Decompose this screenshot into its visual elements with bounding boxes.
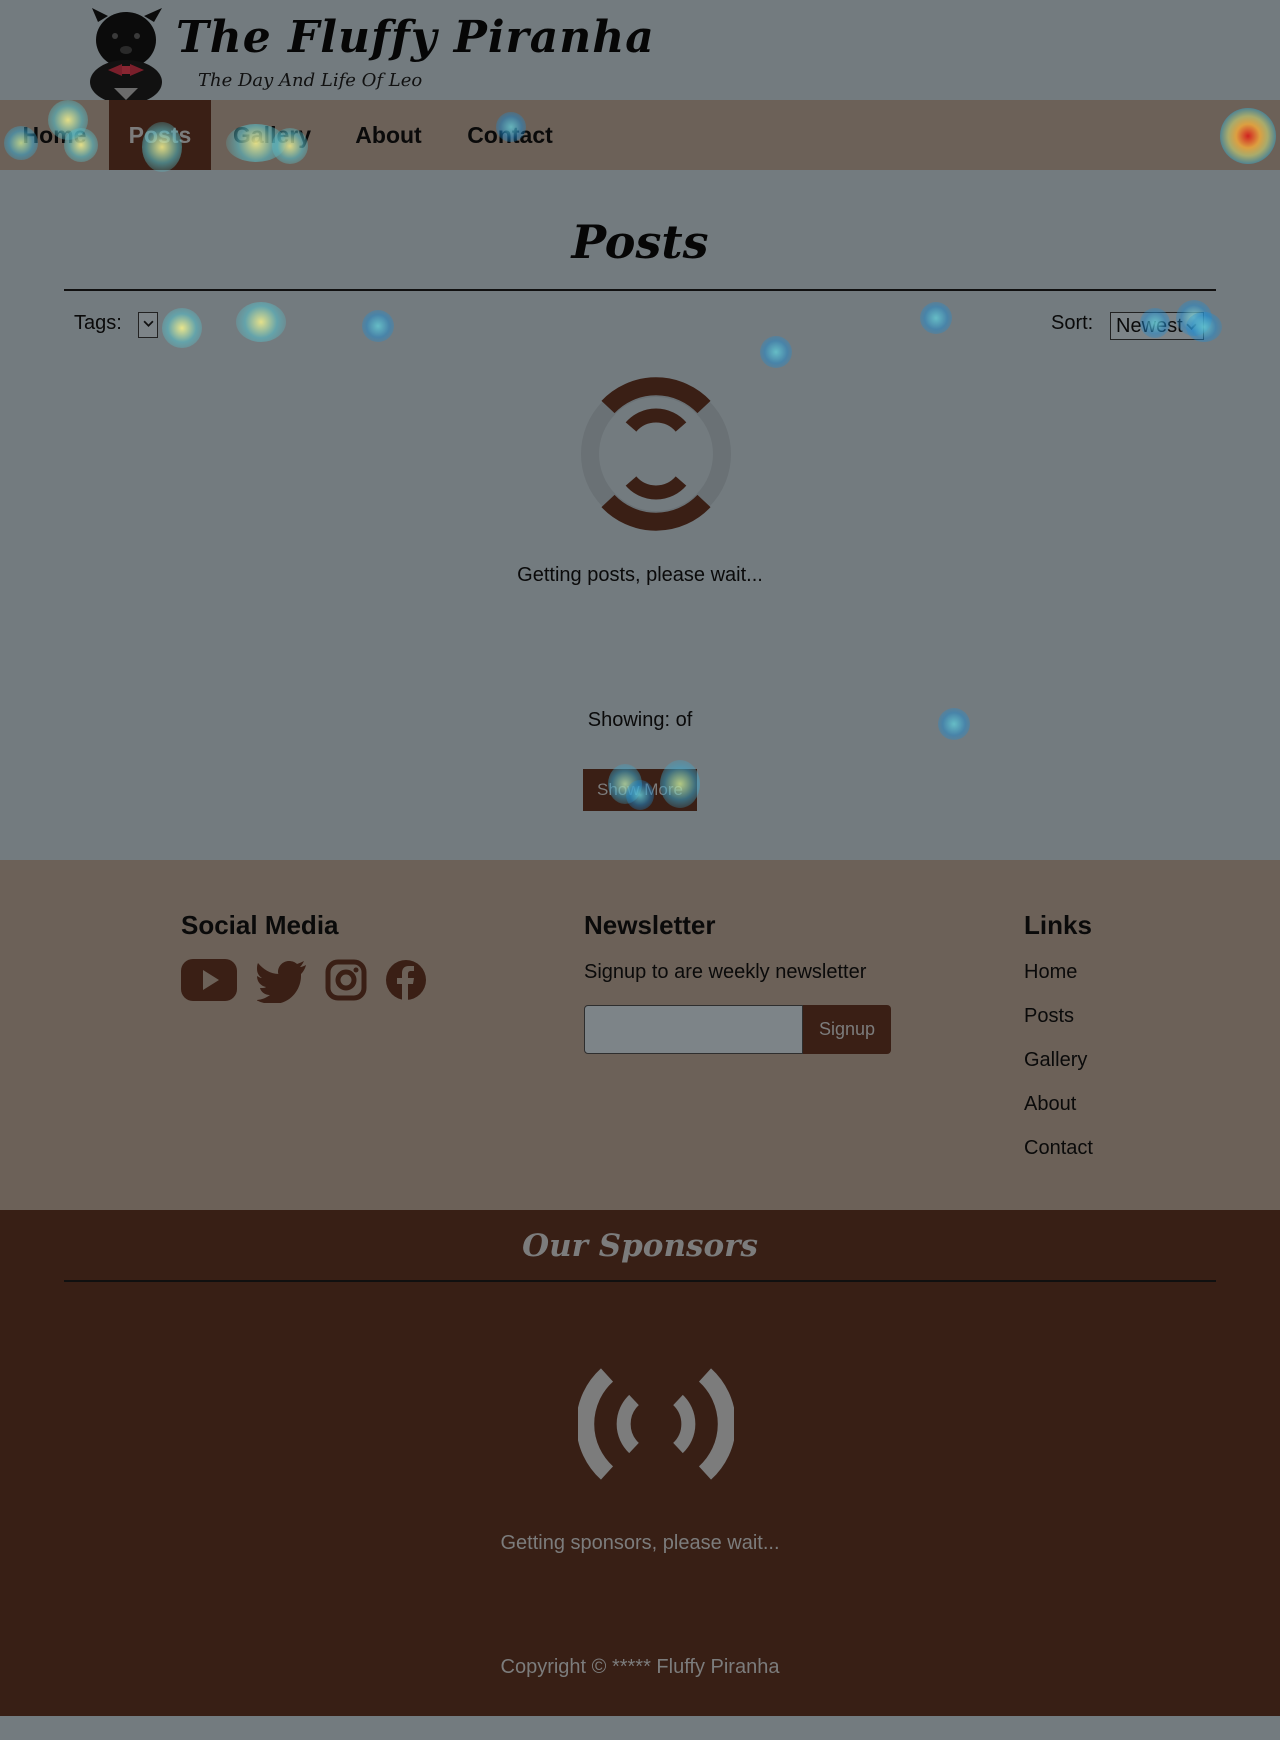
sponsors-loading-text: Getting sponsors, please wait... bbox=[500, 1532, 780, 1554]
sponsors-divider bbox=[64, 1280, 1216, 1282]
sponsors-title: Our Sponsors bbox=[522, 1228, 758, 1264]
social-media-heading: Social Media bbox=[181, 910, 339, 940]
footer-link-posts[interactable]: Posts bbox=[1024, 1005, 1074, 1028]
newsletter-heading: Newsletter bbox=[584, 910, 716, 940]
show-more-button[interactable]: Show More bbox=[583, 769, 697, 811]
sort-select-value: Newest bbox=[1116, 315, 1183, 337]
tags-label: Tags: bbox=[74, 312, 122, 334]
nav-item-posts[interactable]: Posts bbox=[109, 100, 211, 170]
tags-select[interactable] bbox=[138, 312, 158, 338]
heatmap-spot bbox=[760, 336, 792, 368]
posts-loading-spinner-icon bbox=[581, 377, 731, 531]
chevron-down-icon bbox=[1186, 323, 1197, 330]
site-header: The Fluffy Piranha The Day And Life Of L… bbox=[0, 0, 1280, 100]
posts-loading-text: Getting posts, please wait... bbox=[517, 564, 763, 586]
nav-item-contact[interactable]: Contact bbox=[444, 100, 576, 170]
newsletter-description: Signup to are weekly newsletter bbox=[584, 961, 867, 983]
main-nav: Home Posts Gallery About Contact bbox=[0, 100, 1280, 170]
sort-label: Sort: bbox=[1051, 312, 1094, 334]
footer-link-about[interactable]: About bbox=[1024, 1093, 1076, 1116]
nav-item-about[interactable]: About bbox=[333, 100, 444, 170]
links-heading: Links bbox=[1024, 910, 1092, 940]
site-title: The Fluffy Piranha bbox=[176, 12, 655, 63]
heatmap-spot bbox=[920, 302, 952, 334]
site-subtitle: The Day And Life Of Leo bbox=[198, 70, 423, 91]
dog-logo-icon[interactable] bbox=[84, 4, 168, 100]
heatmap-spot bbox=[162, 308, 202, 348]
footer-link-home[interactable]: Home bbox=[1024, 961, 1077, 984]
nav-item-gallery[interactable]: Gallery bbox=[211, 100, 333, 170]
newsletter-email-input[interactable] bbox=[584, 1005, 803, 1054]
facebook-icon[interactable] bbox=[385, 957, 427, 1003]
nav-item-home[interactable]: Home bbox=[0, 100, 109, 170]
page-title: Posts bbox=[571, 215, 709, 269]
signup-button[interactable]: Signup bbox=[803, 1005, 891, 1054]
sponsors-loading-spinner-icon bbox=[578, 1368, 734, 1480]
youtube-icon[interactable] bbox=[181, 957, 237, 1003]
chevron-down-icon bbox=[143, 320, 154, 327]
twitter-icon[interactable] bbox=[257, 957, 307, 1003]
heatmap-spot bbox=[362, 310, 394, 342]
footer-link-contact[interactable]: Contact bbox=[1024, 1137, 1093, 1160]
copyright-text: Copyright © ***** Fluffy Piranha bbox=[500, 1656, 780, 1678]
title-divider bbox=[64, 289, 1216, 291]
heatmap-spot bbox=[236, 302, 286, 342]
showing-count: Showing: of bbox=[587, 709, 693, 731]
instagram-icon[interactable] bbox=[325, 957, 367, 1003]
sort-select[interactable]: Newest bbox=[1110, 312, 1204, 340]
footer-link-gallery[interactable]: Gallery bbox=[1024, 1049, 1087, 1072]
